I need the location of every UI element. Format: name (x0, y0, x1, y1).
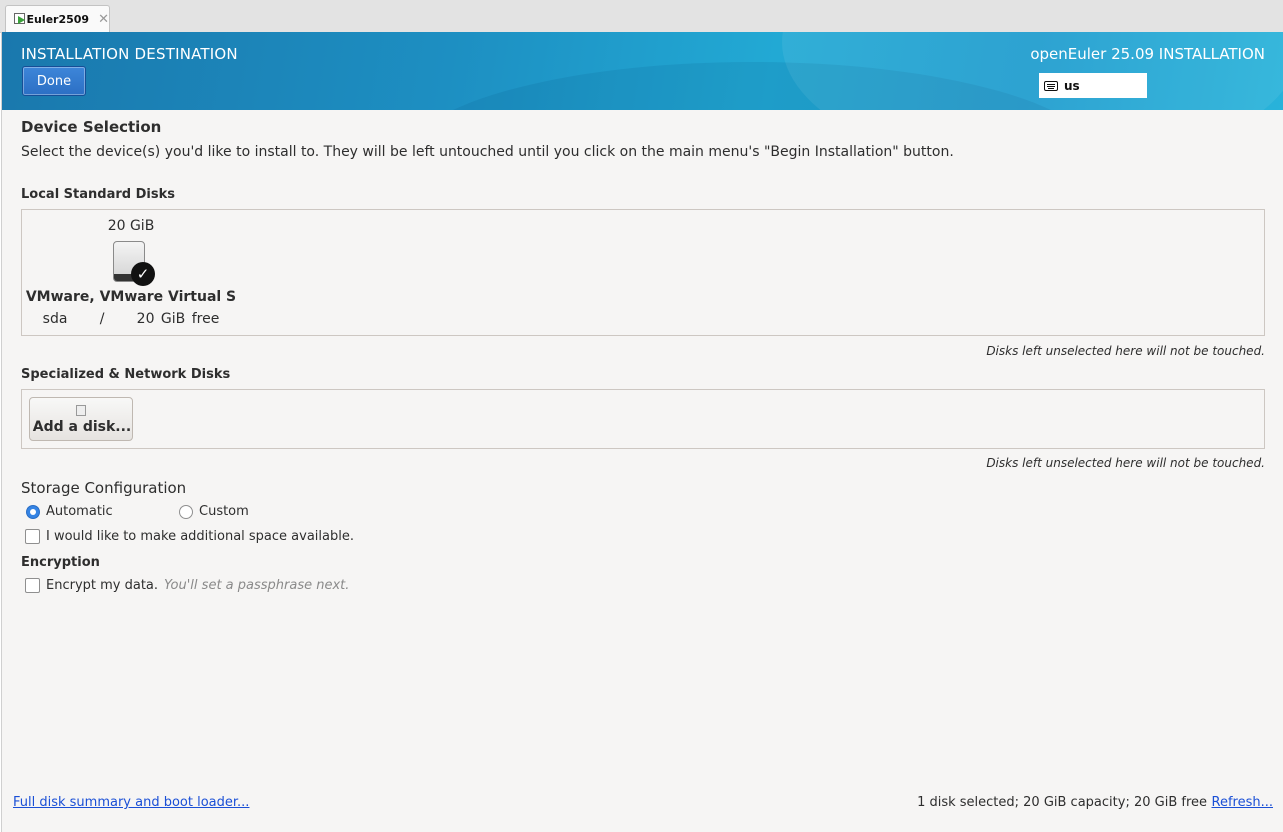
specialized-disks-note: Disks left unselected here will not be t… (986, 456, 1265, 470)
custom-label: Custom (199, 504, 249, 519)
add-disk-label: Add a disk... (32, 419, 132, 435)
checkbox-icon (25, 578, 40, 593)
local-disks-note: Disks left unselected here will not be t… (986, 344, 1265, 358)
custom-radio[interactable]: Custom (179, 504, 249, 519)
installer-header: INSTALLATION DESTINATION Done openEuler … (2, 32, 1283, 110)
vm-tab[interactable]: Euler2509 ✕ (5, 5, 110, 32)
vm-tab-label: Euler2509 (26, 12, 90, 26)
disk-name: VMware, VMware Virtual S (25, 289, 237, 305)
disk-separator: / (99, 311, 105, 327)
encrypt-hint: You'll set a passphrase next. (164, 578, 350, 593)
keyboard-layout-indicator[interactable]: us (1039, 73, 1147, 98)
disk-add-icon (76, 405, 86, 416)
hard-disk-icon: ✓ (113, 241, 155, 286)
automatic-radio[interactable]: Automatic (26, 504, 113, 519)
checkmark-icon: ✓ (131, 262, 155, 286)
device-selection-description: Select the device(s) you'd like to insta… (21, 144, 954, 160)
virtual-machine-icon (14, 13, 25, 25)
disk-device: sda (42, 311, 68, 327)
disk-summary-status: 1 disk selected; 20 GiB capacity; 20 GiB… (917, 795, 1207, 810)
disk-size: 20 GiB (107, 218, 155, 234)
disk-item-sda[interactable]: 20 GiB ✓ VMware, VMware Virtual S sda / … (22, 210, 240, 335)
vm-tab-strip: Euler2509 ✕ (0, 0, 1283, 33)
done-button[interactable]: Done (22, 66, 86, 96)
additional-space-label: I would like to make additional space av… (46, 529, 354, 544)
keyboard-layout-label: us (1064, 78, 1080, 93)
installer-window: INSTALLATION DESTINATION Done openEuler … (1, 32, 1283, 832)
disk-meta: sda / 20 GiB free (22, 311, 240, 327)
keyboard-icon (1044, 80, 1058, 91)
encryption-heading: Encryption (21, 555, 100, 570)
device-selection-heading: Device Selection (21, 118, 162, 136)
disk-free: 20 GiB free (136, 311, 220, 327)
product-title: openEuler 25.09 INSTALLATION (1030, 45, 1265, 63)
automatic-label: Automatic (46, 504, 113, 519)
refresh-link[interactable]: Refresh... (1212, 795, 1274, 810)
encrypt-label: Encrypt my data. (46, 578, 159, 593)
add-disk-button[interactable]: Add a disk... (29, 397, 133, 441)
encrypt-checkbox[interactable]: Encrypt my data. You'll set a passphrase… (25, 578, 349, 593)
checkbox-icon (25, 529, 40, 544)
full-disk-summary-link[interactable]: Full disk summary and boot loader... (13, 795, 249, 810)
radio-unselected-icon (179, 504, 193, 519)
storage-configuration-heading: Storage Configuration (21, 479, 187, 497)
page-title: INSTALLATION DESTINATION (21, 45, 238, 63)
radio-selected-icon (26, 504, 40, 519)
specialized-disks-panel: Add a disk... (21, 389, 1265, 449)
close-icon[interactable]: ✕ (98, 12, 109, 27)
specialized-disks-heading: Specialized & Network Disks (21, 367, 231, 382)
local-disks-panel: 20 GiB ✓ VMware, VMware Virtual S sda / … (21, 209, 1265, 336)
local-disks-heading: Local Standard Disks (21, 187, 175, 202)
additional-space-checkbox[interactable]: I would like to make additional space av… (25, 529, 354, 544)
